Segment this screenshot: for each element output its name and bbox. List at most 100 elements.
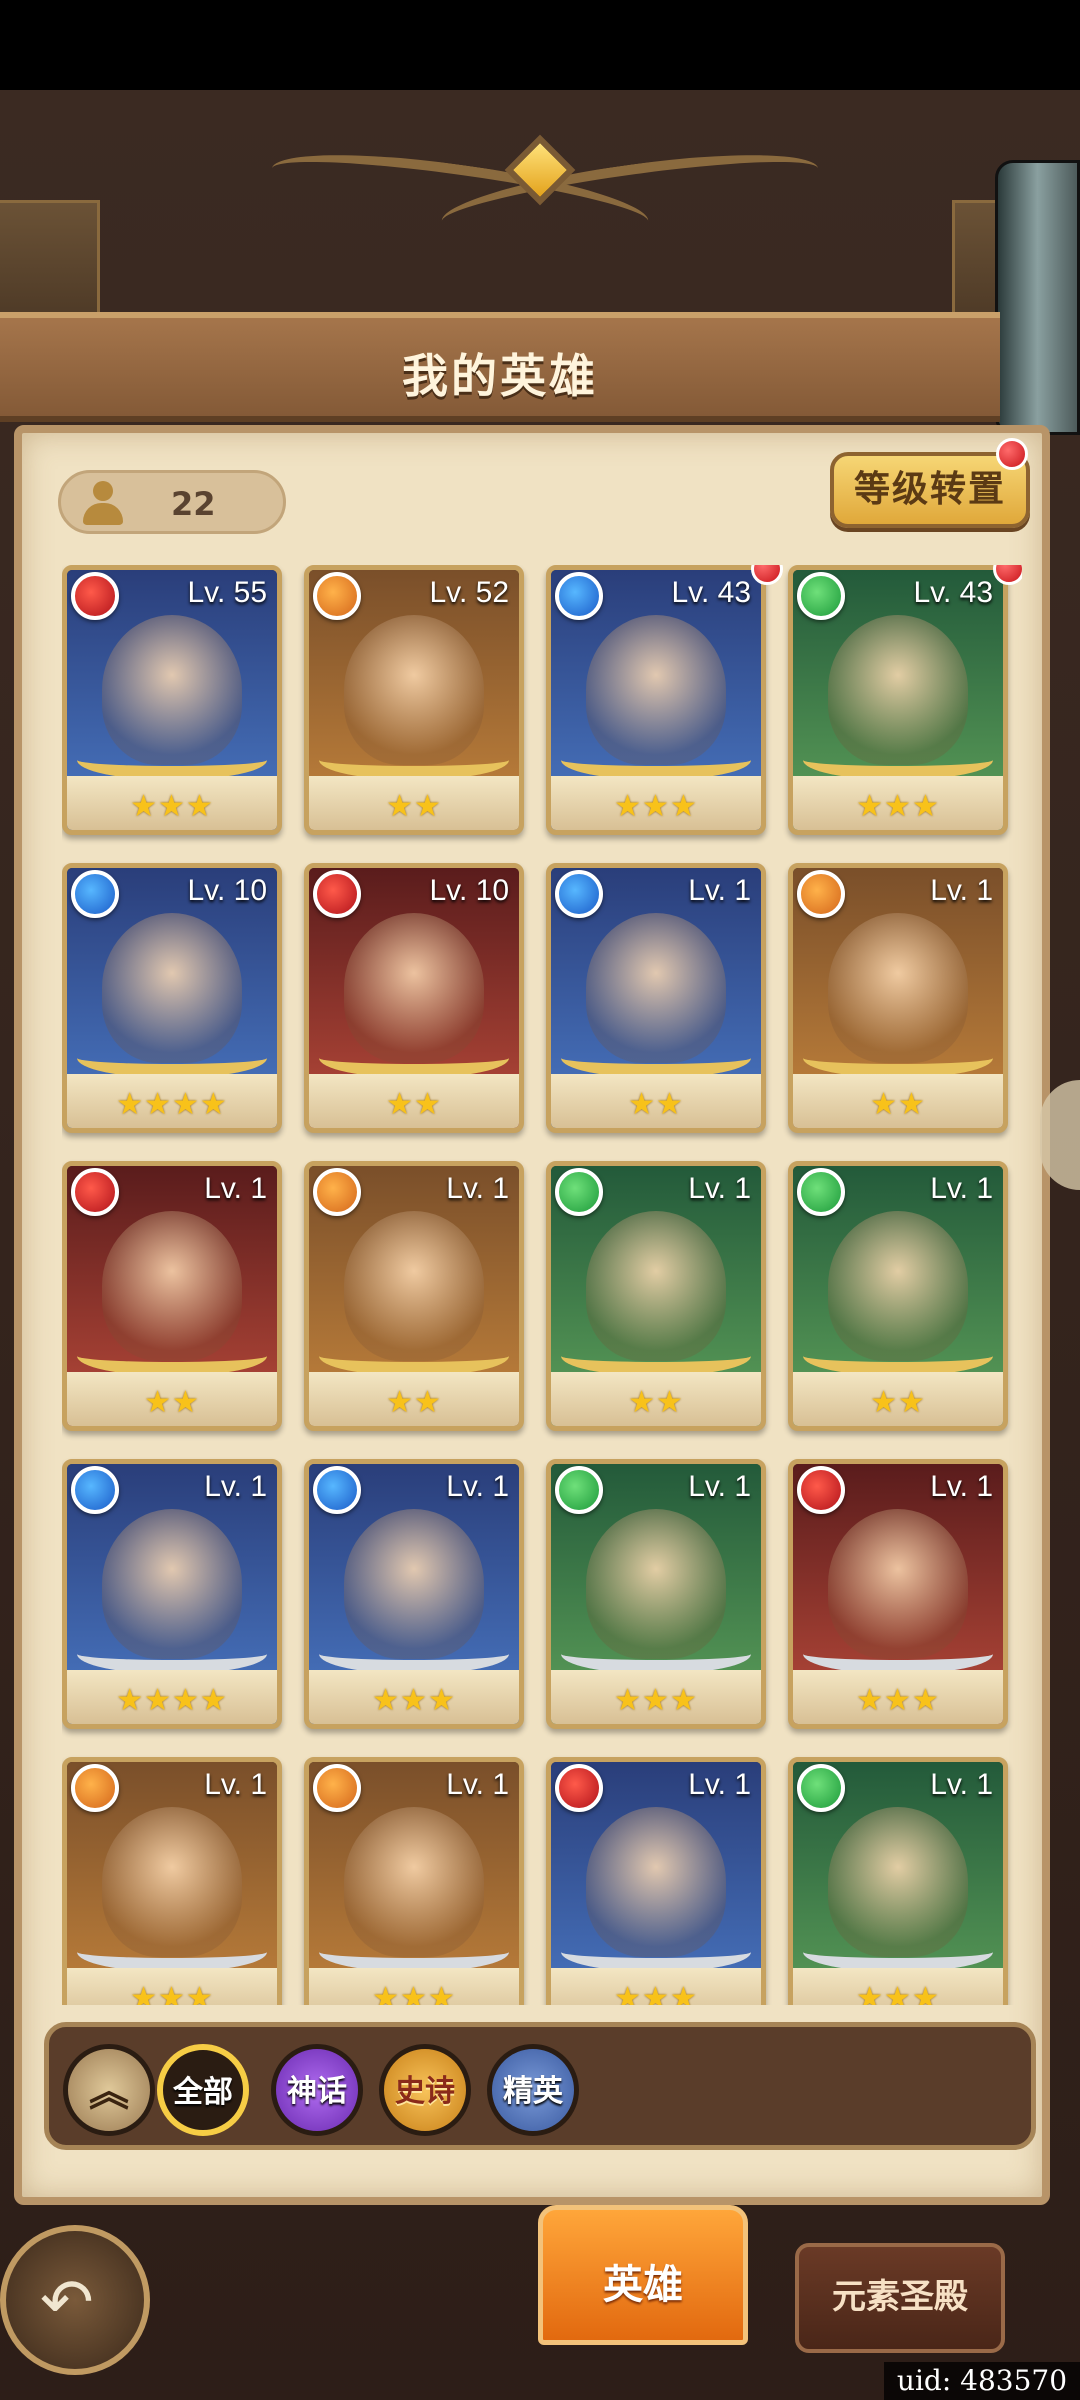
- hero-card[interactable]: Lv. 52 ★★: [304, 565, 524, 835]
- water-element-icon: [71, 1466, 119, 1514]
- hero-star-rating: ★★: [386, 1385, 442, 1420]
- collapse-chevron-icon[interactable]: ︽: [63, 2044, 155, 2136]
- nature-element-icon: [555, 1466, 603, 1514]
- level-transfer-label: 等级转置: [853, 469, 1006, 510]
- hero-frame-ornament: [803, 1932, 993, 1972]
- hero-frame-ornament: [319, 1336, 509, 1376]
- filter-elite-button[interactable]: 精英: [487, 2044, 579, 2136]
- hero-star-rating: ★★: [870, 1385, 926, 1420]
- hero-frame-ornament: [803, 740, 993, 780]
- back-button[interactable]: ↶: [0, 2225, 150, 2375]
- hero-card[interactable]: Lv. 1 ★★★: [788, 1459, 1008, 1729]
- hero-level: Lv. 1: [446, 1470, 509, 1503]
- hero-frame-ornament: [319, 740, 509, 780]
- tab-hero[interactable]: 英雄: [538, 2205, 748, 2345]
- hero-star-rating: ★★★★: [116, 1087, 228, 1122]
- hero-level: Lv. 1: [688, 1768, 751, 1801]
- uid-label: uid: 483570: [884, 2362, 1080, 2400]
- back-arrow-icon: ↶: [40, 2266, 94, 2340]
- nature-element-icon: [555, 1168, 603, 1216]
- hero-level: Lv. 52: [429, 576, 510, 609]
- hero-card[interactable]: Lv. 1 ★★: [304, 1161, 524, 1431]
- hero-star-rating: ★★★: [614, 1683, 698, 1718]
- page-title: 我的英雄: [402, 349, 598, 403]
- hero-level: Lv. 1: [930, 1768, 993, 1801]
- hero-card[interactable]: Lv. 1 ★★★: [546, 1459, 766, 1729]
- hero-card[interactable]: Lv. 1 ★★★: [62, 1757, 282, 2005]
- hero-level: Lv. 43: [671, 576, 752, 609]
- nature-element-icon: [797, 1764, 845, 1812]
- earth-element-icon: [71, 1764, 119, 1812]
- filter-epic-button[interactable]: 史诗: [379, 2044, 471, 2136]
- earth-element-icon: [313, 1168, 361, 1216]
- hero-card[interactable]: Lv. 43 ★★★: [546, 565, 766, 835]
- hero-level: Lv. 1: [204, 1172, 267, 1205]
- hero-card[interactable]: Lv. 1 ★★: [788, 863, 1008, 1133]
- person-icon: [81, 481, 125, 525]
- hero-card[interactable]: Lv. 1 ★★★★: [62, 1459, 282, 1729]
- hero-star-rating: ★★★: [856, 1683, 940, 1718]
- status-bar: [0, 0, 1080, 90]
- floating-video-thumbnail[interactable]: [995, 160, 1080, 435]
- hero-level: Lv. 1: [930, 1172, 993, 1205]
- hero-frame-ornament: [319, 1932, 509, 1972]
- hero-card[interactable]: Lv. 1 ★★★: [304, 1459, 524, 1729]
- hero-frame-ornament: [77, 1634, 267, 1674]
- hero-card[interactable]: Lv. 43 ★★★: [788, 565, 1008, 835]
- hero-frame-ornament: [77, 1932, 267, 1972]
- water-element-icon: [313, 1466, 361, 1514]
- hero-level: Lv. 43: [913, 576, 994, 609]
- water-element-icon: [71, 870, 119, 918]
- hero-frame-ornament: [561, 740, 751, 780]
- hero-card[interactable]: Lv. 10 ★★★★: [62, 863, 282, 1133]
- crest-emblem: [267, 134, 823, 265]
- hero-level: Lv. 1: [204, 1470, 267, 1503]
- nature-element-icon: [797, 572, 845, 620]
- hero-frame-ornament: [803, 1038, 993, 1078]
- hero-card[interactable]: Lv. 1 ★★★: [546, 1757, 766, 2005]
- hero-star-rating: ★★★: [614, 1981, 698, 2005]
- hero-level: Lv. 1: [688, 1172, 751, 1205]
- hero-frame-ornament: [561, 1336, 751, 1376]
- hero-frame-ornament: [803, 1336, 993, 1376]
- water-element-icon: [555, 870, 603, 918]
- tab-element-temple[interactable]: 元素圣殿: [795, 2243, 1005, 2353]
- hero-card[interactable]: Lv. 1 ★★: [546, 863, 766, 1133]
- hero-star-rating: ★★: [870, 1087, 926, 1122]
- hero-grid: Lv. 55 ★★★ Lv. 52 ★★ Lv. 43 ★★★ Lv. 43 ★★★ Lv. 1…: [62, 565, 1022, 2005]
- earth-element-icon: [797, 870, 845, 918]
- water-element-icon: [555, 572, 603, 620]
- hero-level: Lv. 55: [187, 576, 268, 609]
- filter-myth-button[interactable]: 神话: [271, 2044, 363, 2136]
- hero-card[interactable]: Lv. 55 ★★★: [62, 565, 282, 835]
- hero-frame-ornament: [77, 1038, 267, 1078]
- fire-element-icon: [555, 1764, 603, 1812]
- filter-bar: ︽ 全部 神话 史诗 精英: [44, 2022, 1036, 2150]
- hero-card[interactable]: Lv. 1 ★★★: [304, 1757, 524, 2005]
- fire-element-icon: [71, 1168, 119, 1216]
- hero-card[interactable]: Lv. 10 ★★: [304, 863, 524, 1133]
- nature-element-icon: [797, 1168, 845, 1216]
- hero-count-badge: 22: [58, 470, 286, 534]
- hero-frame-ornament: [319, 1634, 509, 1674]
- hero-star-rating: ★★: [386, 789, 442, 824]
- hero-star-rating: ★★: [386, 1087, 442, 1122]
- filter-all-button[interactable]: 全部: [157, 2044, 249, 2136]
- hero-star-rating: ★★★: [856, 789, 940, 824]
- hero-card[interactable]: Lv. 1 ★★★: [788, 1757, 1008, 2005]
- earth-element-icon: [313, 572, 361, 620]
- hero-star-rating: ★★★: [130, 789, 214, 824]
- hero-level: Lv. 10: [187, 874, 268, 907]
- hero-star-rating: ★★★: [372, 1683, 456, 1718]
- fire-element-icon: [797, 1466, 845, 1514]
- hero-level: Lv. 1: [930, 874, 993, 907]
- hero-star-rating: ★★★: [130, 1981, 214, 2005]
- hero-frame-ornament: [77, 740, 267, 780]
- earth-element-icon: [313, 1764, 361, 1812]
- hero-card[interactable]: Lv. 1 ★★: [788, 1161, 1008, 1431]
- hero-star-rating: ★★: [628, 1087, 684, 1122]
- hero-card[interactable]: Lv. 1 ★★: [546, 1161, 766, 1431]
- hero-star-rating: ★★★: [856, 1981, 940, 2005]
- hero-card[interactable]: Lv. 1 ★★: [62, 1161, 282, 1431]
- hero-count-value: 22: [171, 485, 216, 523]
